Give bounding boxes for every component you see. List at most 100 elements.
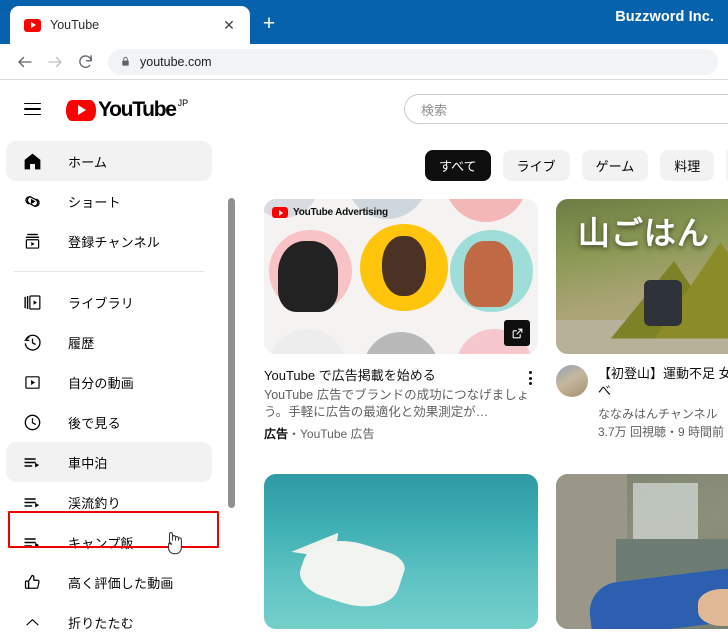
content-area: すべて ライブ ゲーム 料理 YouTube Advertising YouTu…: [236, 137, 728, 640]
video-card-mountain[interactable]: 山ごはん 【初登山】運動不足 女 疲れ切って食べ ななみはんチャンネル 3.7万…: [556, 199, 728, 442]
sidebar-item-label: ライブラリ: [68, 295, 135, 311]
browser-window: YouTube ✕ + Buzzword Inc. youtube.com Yo…: [0, 0, 728, 640]
video-card-river[interactable]: [556, 474, 728, 629]
underwater-fish-artwork: [264, 474, 538, 629]
back-button[interactable]: [10, 47, 40, 77]
sidebar-item-liked-videos[interactable]: 高く評価した動画: [6, 562, 212, 602]
video-stats: 3.7万 回視聴・9 時間前: [598, 425, 725, 439]
page-viewport: YouTube JP 検索 ホーム ショート 登録チャンネル ライブラリ 履歴 …: [0, 81, 728, 640]
video-byline: 広告・YouTube 広告: [264, 425, 538, 442]
sidebar-item-label: 登録チャンネル: [68, 234, 161, 250]
video-title[interactable]: 【初登山】運動不足 女 疲れ切って食べ: [598, 365, 728, 399]
video-channel-name[interactable]: ななみはんチャンネル: [598, 405, 728, 422]
sidebar-item-subscriptions[interactable]: 登録チャンネル: [6, 221, 212, 261]
sidebar-item-watch-later[interactable]: 後で見る: [6, 402, 212, 442]
tab-strip: YouTube ✕ +: [0, 0, 286, 44]
library-icon: [20, 290, 44, 314]
sidebar-item-your-videos[interactable]: 自分の動画: [6, 362, 212, 402]
sidebar-item-label: 車中泊: [68, 455, 108, 471]
mouse-cursor-pointer: [164, 529, 186, 556]
external-link-icon[interactable]: [504, 320, 530, 346]
sidebar-item-collapse[interactable]: 折りたたむ: [6, 602, 212, 640]
ad-brand-text: YouTube Advertising: [293, 207, 388, 218]
sidebar-item-home[interactable]: ホーム: [6, 141, 212, 181]
filter-chip-bar: すべて ライブ ゲーム 料理: [236, 137, 728, 183]
youtube-masthead: YouTube JP 検索: [0, 81, 728, 137]
lock-icon: [120, 55, 131, 68]
sidebar-item-label: 自分の動画: [68, 375, 135, 391]
tab-title: YouTube: [50, 18, 100, 32]
playlist-icon: [20, 530, 44, 554]
sidebar-item-playlist-shachuhaku[interactable]: 車中泊: [6, 442, 212, 482]
history-icon: [20, 330, 44, 354]
youtube-favicon: [24, 18, 41, 32]
youtube-play-icon: [272, 207, 288, 218]
youtube-logo[interactable]: YouTube JP: [66, 98, 188, 121]
chip-cooking[interactable]: 料理: [660, 149, 715, 181]
sidebar-item-history[interactable]: 履歴: [6, 322, 212, 362]
river-dam-artwork: [556, 474, 728, 629]
window-brand-label: Buzzword Inc.: [615, 9, 714, 25]
playlist-icon: [20, 450, 44, 474]
sidebar-item-label: 後で見る: [68, 415, 121, 431]
chevron-up-icon: [20, 610, 44, 634]
country-code: JP: [177, 97, 189, 108]
video-thumbnail[interactable]: 山ごはん: [556, 199, 728, 354]
reload-button[interactable]: [70, 47, 100, 77]
your-videos-icon: [20, 370, 44, 394]
browser-toolbar: youtube.com: [0, 44, 728, 80]
ad-brand-badge: YouTube Advertising: [272, 207, 388, 218]
menu-icon[interactable]: [12, 89, 52, 129]
sidebar-scrollbar[interactable]: [228, 198, 235, 508]
video-text-block: 【初登山】運動不足 女 疲れ切って食べ ななみはんチャンネル 3.7万 回視聴・…: [598, 365, 728, 440]
playlist-icon: [20, 490, 44, 514]
video-thumbnail[interactable]: YouTube Advertising: [264, 199, 538, 354]
tab-youtube[interactable]: YouTube ✕: [10, 6, 250, 44]
thumbnail-overlay-text: 山ごはん: [577, 215, 710, 252]
video-title[interactable]: YouTube で広告掲載を始める: [264, 367, 522, 384]
thumbs-up-icon: [20, 570, 44, 594]
ad-advertiser: ・YouTube 広告: [288, 427, 375, 441]
chip-live[interactable]: ライブ: [502, 149, 570, 181]
youtube-play-icon: [66, 99, 96, 121]
sidebar: ホーム ショート 登録チャンネル ライブラリ 履歴 自分の動画 後で見る 車中泊…: [0, 137, 236, 640]
browser-titlebar: YouTube ✕ + Buzzword Inc.: [0, 0, 728, 44]
new-tab-button[interactable]: +: [252, 6, 286, 44]
video-meta: 【初登山】運動不足 女 疲れ切って食べ ななみはんチャンネル 3.7万 回視聴・…: [556, 354, 728, 440]
avatar[interactable]: [556, 365, 588, 397]
sidebar-item-label: キャンプ飯: [68, 535, 134, 551]
video-meta: YouTube で広告掲載を始める YouTube 広告でブランドの成功につなげ…: [264, 354, 538, 442]
sidebar-group-primary: ホーム ショート 登録チャンネル ライブラリ 履歴 自分の動画 後で見る 車中泊…: [0, 141, 218, 640]
kebab-menu-icon[interactable]: [522, 367, 538, 385]
url-text: youtube.com: [140, 54, 212, 69]
shorts-icon: [20, 189, 44, 213]
mountain-camping-artwork: 山ごはん: [556, 199, 728, 354]
sidebar-item-label: 高く評価した動画: [68, 575, 174, 591]
youtube-wordmark: YouTube: [98, 97, 177, 121]
chip-all[interactable]: すべて: [425, 149, 491, 181]
video-text-block: YouTube で広告掲載を始める YouTube 広告でブランドの成功につなげ…: [264, 367, 538, 442]
watch-later-icon: [20, 410, 44, 434]
video-grid: YouTube Advertising YouTube で広告掲載を始める Yo…: [236, 183, 728, 629]
sidebar-item-label: 渓流釣り: [68, 495, 121, 511]
video-card-ad[interactable]: YouTube Advertising YouTube で広告掲載を始める Yo…: [264, 199, 538, 442]
sidebar-item-label: ホーム: [68, 154, 108, 170]
close-icon[interactable]: ✕: [218, 14, 240, 36]
chip-games[interactable]: ゲーム: [581, 149, 649, 181]
sidebar-item-shorts[interactable]: ショート: [6, 181, 212, 221]
video-card-underwater[interactable]: [264, 474, 538, 629]
sidebar-item-library[interactable]: ライブラリ: [6, 282, 212, 322]
home-icon: [20, 149, 44, 173]
forward-button[interactable]: [40, 47, 70, 77]
address-bar[interactable]: youtube.com: [108, 48, 718, 75]
video-thumbnail[interactable]: [556, 474, 728, 629]
sidebar-item-label: 折りたたむ: [68, 615, 135, 631]
video-thumbnail[interactable]: [264, 474, 538, 629]
subscriptions-icon: [20, 229, 44, 253]
sidebar-divider: [14, 271, 204, 272]
sidebar-item-playlist-keiryuzuri[interactable]: 渓流釣り: [6, 482, 212, 522]
search-input[interactable]: 検索: [404, 94, 728, 124]
sidebar-item-label: ショート: [68, 194, 121, 210]
video-description: YouTube 広告でブランドの成功につなげましょう。手軽に広告の最適化と効果測…: [264, 388, 530, 419]
ad-label: 広告: [264, 427, 289, 441]
